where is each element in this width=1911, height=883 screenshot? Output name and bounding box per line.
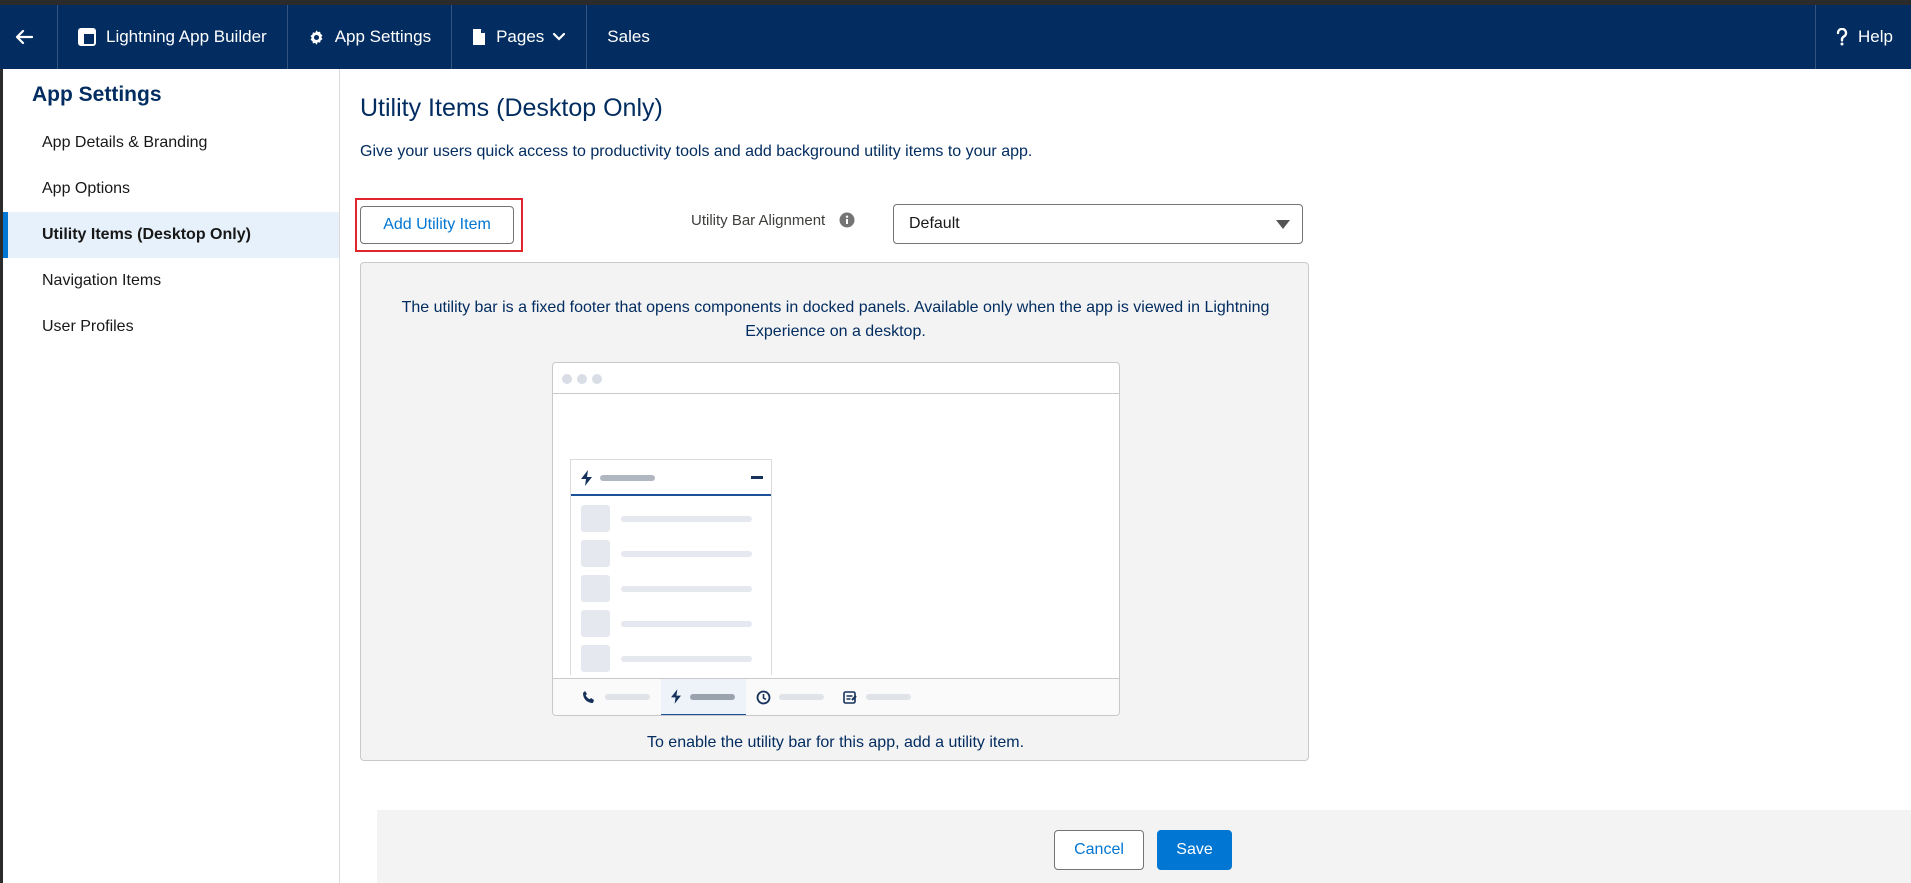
- illustration-active-utility: [661, 679, 746, 715]
- illustration-window-header: [553, 363, 1119, 394]
- lightning-app-builder-button[interactable]: Lightning App Builder: [58, 5, 288, 69]
- alignment-selected-value: Default: [909, 215, 960, 232]
- utility-bar-alignment-label: Utility Bar Alignment: [691, 212, 826, 229]
- illustration-docked-panel: [570, 459, 772, 675]
- placeholder-line: [621, 586, 752, 592]
- back-arrow-icon: [15, 29, 33, 45]
- sidebar-title: App Settings: [32, 83, 162, 106]
- pages-menu[interactable]: Pages: [452, 5, 588, 69]
- main-content: Utility Items (Desktop Only) Give your u…: [340, 69, 1911, 883]
- window-dot: [562, 374, 572, 384]
- sidebar-item-label: App Details & Branding: [42, 134, 208, 151]
- back-button[interactable]: [0, 5, 58, 69]
- lightning-bolt-icon: [581, 470, 592, 486]
- page-title: Utility Items (Desktop Only): [360, 94, 663, 122]
- settings-sidebar: App Settings App Details & Branding App …: [3, 69, 340, 883]
- docked-panel-header: [571, 460, 771, 496]
- utility-bar-info-panel: The utility bar is a fixed footer that o…: [360, 262, 1309, 761]
- sidebar-item-app-details[interactable]: App Details & Branding: [3, 120, 339, 166]
- utility-bar-alignment-select[interactable]: Default: [893, 204, 1303, 244]
- illustration-utility-bar: [553, 678, 1119, 715]
- help-label: Help: [1858, 27, 1893, 46]
- cancel-button[interactable]: Cancel: [1054, 830, 1144, 870]
- app-builder-icon: [78, 28, 96, 46]
- placeholder-box: [581, 645, 610, 672]
- app-settings-tab[interactable]: App Settings: [288, 5, 453, 69]
- placeholder-line: [779, 694, 824, 700]
- placeholder-line: [866, 694, 911, 700]
- placeholder-line: [621, 656, 752, 662]
- sidebar-item-user-profiles[interactable]: User Profiles: [3, 304, 339, 350]
- sidebar-item-utility-items[interactable]: Utility Items (Desktop Only): [3, 212, 339, 258]
- placeholder-box: [581, 575, 610, 602]
- clock-icon: [756, 690, 771, 705]
- save-button[interactable]: Save: [1157, 830, 1232, 870]
- app-name: Sales: [607, 27, 650, 46]
- dropdown-triangle-icon: [1276, 220, 1290, 229]
- phone-icon: [583, 691, 594, 703]
- app-settings-label: App Settings: [334, 27, 432, 46]
- sidebar-item-app-options[interactable]: App Options: [3, 166, 339, 212]
- utility-bar-illustration: [552, 362, 1120, 716]
- placeholder-box: [581, 610, 610, 637]
- page-icon: [473, 29, 486, 45]
- window-dot: [592, 374, 602, 384]
- placeholder-line: [600, 475, 655, 481]
- minimize-icon: [751, 476, 763, 479]
- app-builder-label: Lightning App Builder: [106, 27, 267, 46]
- top-bar: Lightning App Builder App Settings Pages…: [0, 5, 1911, 69]
- placeholder-line: [605, 694, 650, 700]
- sidebar-item-label: Navigation Items: [42, 272, 162, 289]
- info-icon[interactable]: [839, 212, 855, 233]
- sidebar-item-navigation-items[interactable]: Navigation Items: [3, 258, 339, 304]
- notes-icon: [843, 691, 857, 704]
- chevron-down-icon: [553, 32, 566, 41]
- utility-bar-info-text: The utility bar is a fixed footer that o…: [401, 299, 1270, 340]
- question-icon: [1836, 28, 1848, 46]
- gear-icon: [310, 29, 323, 45]
- placeholder-box: [581, 505, 610, 532]
- placeholder-box: [581, 540, 610, 567]
- page-description: Give your users quick access to producti…: [360, 143, 1033, 160]
- footer-actions: Cancel Save: [377, 810, 1911, 883]
- placeholder-line: [690, 694, 735, 700]
- help-button[interactable]: Help: [1816, 5, 1911, 69]
- sidebar-item-label: Utility Items (Desktop Only): [42, 226, 251, 243]
- add-utility-item-button[interactable]: Add Utility Item: [360, 206, 514, 244]
- window-dot: [577, 374, 587, 384]
- lightning-bolt-icon: [671, 689, 681, 704]
- sidebar-item-label: App Options: [42, 180, 131, 197]
- placeholder-line: [621, 551, 752, 557]
- utility-bar-enable-hint: To enable the utility bar for this app, …: [646, 734, 1025, 751]
- sidebar-item-label: User Profiles: [42, 318, 134, 335]
- placeholder-line: [621, 621, 752, 627]
- topbar-spacer: [670, 5, 1817, 69]
- placeholder-line: [621, 516, 752, 522]
- pages-label: Pages: [496, 27, 545, 46]
